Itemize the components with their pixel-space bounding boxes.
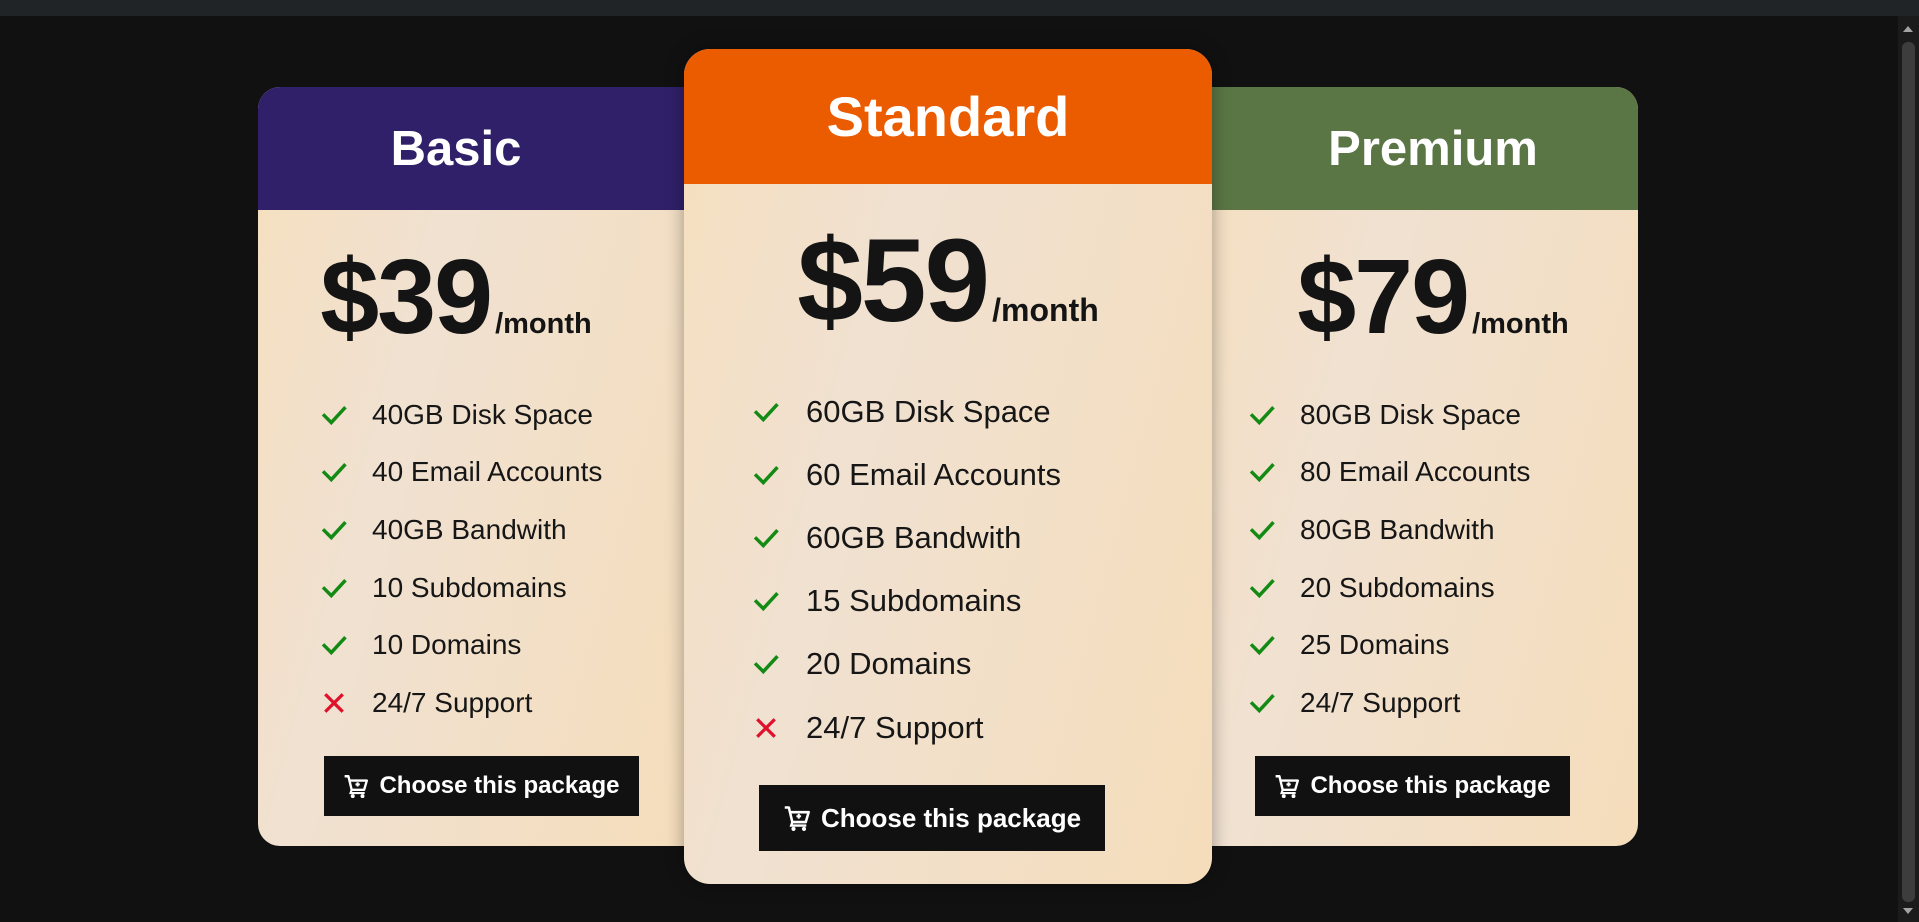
feature-text: 15 Subdomains [806, 583, 1022, 619]
feature-item: 25 Domains [1248, 616, 1638, 674]
feature-text: 20 Domains [806, 646, 972, 682]
check-icon [1248, 631, 1276, 659]
feature-text: 60GB Disk Space [806, 393, 1051, 429]
feature-item: 24/7 Support [752, 696, 1212, 759]
check-icon [1248, 401, 1276, 429]
feature-text: 24/7 Support [806, 709, 984, 745]
feature-text: 40GB Disk Space [372, 398, 593, 430]
choose-package-button[interactable]: Choose this package [1255, 756, 1570, 816]
price-period: /month [1472, 308, 1569, 340]
price-amount: $39 [320, 238, 493, 356]
choose-package-button[interactable]: Choose this package [324, 756, 639, 816]
feature-text: 40GB Bandwith [372, 513, 567, 545]
feature-item: 10 Subdomains [320, 559, 698, 617]
feature-item: 40GB Bandwith [320, 501, 698, 559]
feature-text: 20 Subdomains [1300, 571, 1495, 603]
price-period: /month [992, 292, 1099, 328]
x-icon [320, 689, 348, 717]
feature-item: 24/7 Support [1248, 674, 1638, 732]
feature-text: 40 Email Accounts [372, 456, 603, 488]
feature-item: 60 Email Accounts [752, 443, 1212, 506]
check-icon [320, 458, 348, 486]
check-icon [752, 398, 780, 426]
scroll-up-arrow-icon[interactable] [1903, 26, 1913, 32]
feature-item: 80GB Disk Space [1248, 386, 1638, 444]
feature-text: 10 Domains [372, 629, 522, 661]
feature-list: 60GB Disk Space 60 Email Accounts 60GB Ban… [684, 380, 1212, 759]
check-icon [752, 650, 780, 678]
feature-item: 80 Email Accounts [1248, 444, 1638, 502]
feature-text: 60GB Bandwith [806, 519, 1022, 555]
feature-item: 24/7 Support [320, 674, 698, 732]
check-icon [320, 631, 348, 659]
plan-name: Basic [390, 121, 522, 176]
price-period: /month [495, 308, 592, 340]
plan-price: $39 /month [258, 244, 676, 350]
plan-name: Standard [826, 85, 1070, 148]
feature-text: 80GB Disk Space [1300, 398, 1521, 430]
feature-item: 80GB Bandwith [1248, 501, 1638, 559]
choose-package-button[interactable]: Choose this package [759, 785, 1105, 851]
check-icon [1248, 516, 1276, 544]
scrollbar-thumb[interactable] [1902, 42, 1915, 902]
check-icon [752, 461, 780, 489]
price-amount: $59 [797, 215, 990, 347]
pricing-card-standard: Standard $59 /month 60GB Disk Space 60 Em… [684, 49, 1212, 884]
plan-header: Standard [684, 49, 1212, 184]
pricing-card-basic: Basic $39 /month 40GB Disk Space 40 Email… [258, 87, 698, 846]
feature-item: 40 Email Accounts [320, 444, 698, 502]
button-label: Choose this package [379, 772, 620, 799]
pricing-card-premium: Premium $79 /month 80GB Disk Space 80 Ema… [1198, 87, 1638, 846]
check-icon [1248, 574, 1276, 602]
check-icon [752, 587, 780, 615]
feature-text: 80GB Bandwith [1300, 513, 1495, 545]
plan-header: Premium [1198, 87, 1638, 210]
page-scrollbar[interactable] [1898, 16, 1919, 922]
feature-item: 20 Subdomains [1248, 559, 1638, 617]
check-icon [320, 574, 348, 602]
check-icon [320, 516, 348, 544]
check-icon [1248, 689, 1276, 717]
button-label: Choose this package [1310, 772, 1551, 799]
price-amount: $79 [1297, 238, 1470, 356]
feature-text: 24/7 Support [372, 686, 533, 718]
feature-text: 24/7 Support [1300, 686, 1461, 718]
button-label: Choose this package [820, 802, 1082, 833]
feature-item: 40GB Disk Space [320, 386, 698, 444]
feature-text: 10 Subdomains [372, 571, 567, 603]
x-icon [752, 714, 780, 742]
feature-list: 80GB Disk Space 80 Email Accounts 80GB Ban… [1198, 386, 1638, 732]
feature-text: 80 Email Accounts [1300, 456, 1531, 488]
plan-header: Basic [258, 87, 698, 210]
feature-list: 40GB Disk Space 40 Email Accounts 40GB Ban… [258, 386, 698, 732]
check-icon [752, 524, 780, 552]
check-icon [1248, 458, 1276, 486]
check-icon [320, 401, 348, 429]
feature-item: 20 Domains [752, 633, 1212, 696]
plan-price: $59 /month [684, 222, 1212, 340]
cart-icon [345, 775, 369, 799]
scroll-down-arrow-icon[interactable] [1903, 908, 1913, 914]
plan-price: $79 /month [1213, 244, 1638, 350]
browser-top-bar [0, 0, 1919, 16]
cart-icon [1276, 775, 1300, 799]
cart-icon [784, 806, 810, 831]
feature-text: 60 Email Accounts [806, 456, 1062, 492]
feature-item: 60GB Bandwith [752, 506, 1212, 569]
plan-name: Premium [1328, 121, 1538, 176]
feature-text: 25 Domains [1300, 629, 1450, 661]
feature-item: 60GB Disk Space [752, 380, 1212, 443]
feature-item: 15 Subdomains [752, 570, 1212, 633]
feature-item: 10 Domains [320, 616, 698, 674]
